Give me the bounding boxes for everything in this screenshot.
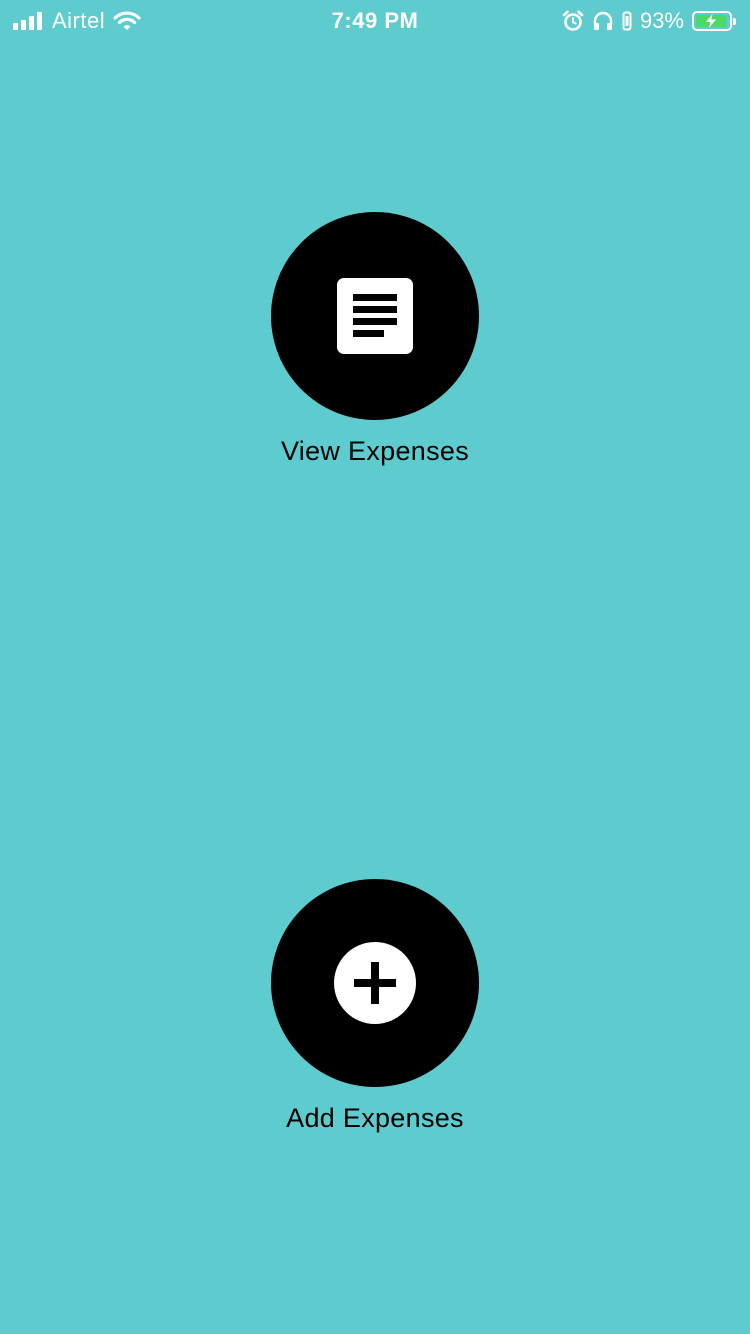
document-list-icon bbox=[337, 278, 413, 354]
battery-percent: 93% bbox=[639, 8, 684, 33]
view-expenses-label[interactable]: View Expenses bbox=[281, 436, 469, 467]
charging-bolt-icon bbox=[706, 14, 716, 28]
view-expenses-action: View Expenses bbox=[0, 212, 750, 467]
plus-circle-icon bbox=[334, 942, 416, 1024]
view-expenses-button[interactable] bbox=[271, 212, 479, 420]
add-expenses-button[interactable] bbox=[271, 879, 479, 1087]
status-bar-right: 93% bbox=[562, 8, 736, 34]
orientation-lock-icon bbox=[622, 11, 632, 31]
add-expenses-action: Add Expenses bbox=[0, 879, 750, 1134]
headphones-icon bbox=[593, 11, 613, 30]
status-bar: Airtel 7:49 PM 93% bbox=[0, 0, 750, 40]
add-expenses-label[interactable]: Add Expenses bbox=[286, 1103, 464, 1134]
alarm-icon bbox=[562, 10, 584, 31]
battery-icon bbox=[692, 11, 736, 31]
